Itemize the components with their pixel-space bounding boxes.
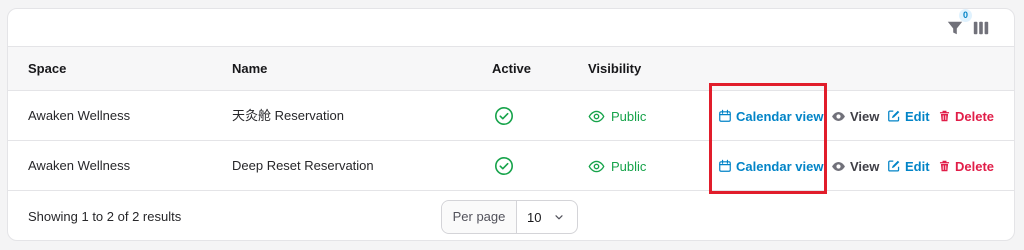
delete-button[interactable]: Delete [938,91,994,141]
calendar-view-button[interactable]: Calendar view [718,141,823,191]
table-card: 0 Space Name Active Visibility Awaken We… [7,8,1015,241]
header-name[interactable]: Name [232,47,267,91]
filter-button[interactable]: 0 [946,9,972,39]
filter-count-badge: 0 [959,9,972,22]
trash-icon [939,110,950,122]
edit-button[interactable]: Edit [887,91,930,141]
eye-icon [832,161,845,171]
table-toolbar: 0 [8,9,1014,47]
table-header: Space Name Active Visibility [8,47,1014,91]
cell-space: Awaken Wellness [28,108,131,123]
edit-icon [888,160,900,172]
cell-space: Awaken Wellness [28,158,131,173]
edit-label: Edit [905,108,930,124]
eye-icon [588,160,605,172]
per-page-control: Per page 10 [441,200,578,234]
visibility-badge: Public [588,141,646,191]
cell-name: 天灸舱 Reservation [232,108,344,123]
table-footer: Showing 1 to 2 of 2 results Per page 10 [8,191,1014,240]
pagination-summary: Showing 1 to 2 of 2 results [28,209,182,224]
calendar-icon [719,109,731,122]
header-active[interactable]: Active [492,47,531,91]
eye-icon [832,111,845,121]
trash-icon [939,160,950,172]
edit-icon [888,110,900,122]
calendar-view-label: Calendar view [736,158,824,174]
table-row: Awaken Wellness Deep Reset Reservation P… [8,141,1014,191]
delete-label: Delete [955,158,995,174]
eye-icon [588,110,605,122]
edit-button[interactable]: Edit [887,141,930,191]
view-button[interactable]: View [831,141,879,191]
visibility-badge: Public [588,91,646,141]
view-button[interactable]: View [831,91,879,141]
view-label: View [850,158,880,174]
per-page-value: 10 [527,209,542,225]
header-space[interactable]: Space [28,47,66,91]
table-row: Awaken Wellness 天灸舱 Reservation Public C… [8,91,1014,141]
cell-name: Deep Reset Reservation [232,158,374,173]
calendar-view-label: Calendar view [736,108,824,124]
delete-label: Delete [955,108,995,124]
visibility-label: Public [611,158,647,174]
visibility-label: Public [611,108,647,124]
calendar-view-button[interactable]: Calendar view [718,91,823,141]
view-label: View [850,108,880,124]
per-page-select[interactable]: 10 [517,201,577,233]
edit-label: Edit [905,158,930,174]
delete-button[interactable]: Delete [938,141,994,191]
calendar-icon [719,159,731,172]
columns-icon [973,21,989,35]
columns-toggle-button[interactable] [972,19,992,39]
check-circle-icon [495,107,513,125]
check-circle-icon [495,157,513,175]
filter-icon [947,21,963,35]
chevron-down-icon [555,215,563,220]
per-page-label: Per page [442,201,517,233]
header-visibility[interactable]: Visibility [588,47,641,91]
